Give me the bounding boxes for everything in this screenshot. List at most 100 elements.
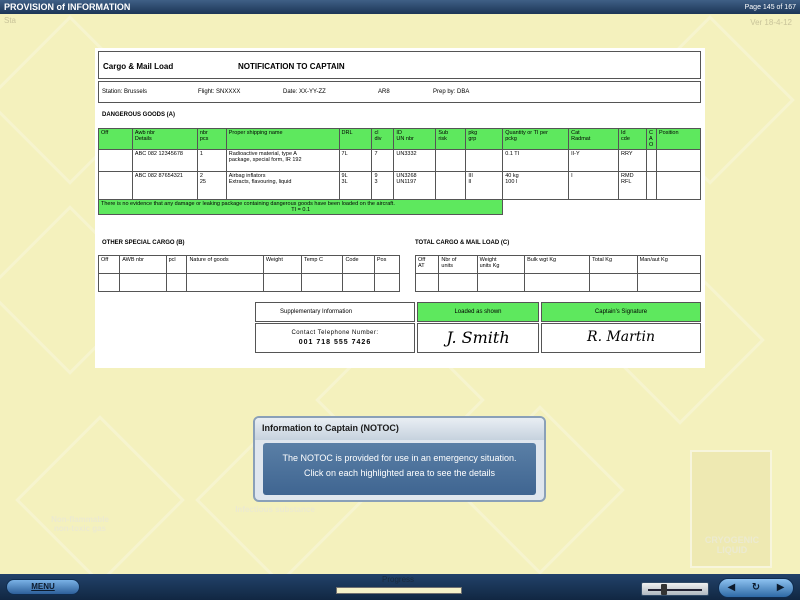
table-cell: Pos xyxy=(373,255,401,274)
table-row: ABC 082 12345678 1 Radioactive material, t… xyxy=(98,149,702,172)
table-cell: 0.1 TI xyxy=(502,149,570,172)
station-code: Sta xyxy=(4,16,17,25)
other-special-cargo-table[interactable]: Off AWB nbr pcl Nature of goods Weight Temp C… xyxy=(97,255,401,292)
tcm-section-title: TOTAL CARGO & MAIL LOAD (C) xyxy=(415,240,510,246)
loaded-as-shown-label: Loaded as shown xyxy=(454,309,502,315)
next-icon[interactable]: ▶ xyxy=(772,581,790,595)
column-header: ID UN nbr xyxy=(393,128,437,150)
table-cell xyxy=(655,171,702,200)
volume-slider[interactable] xyxy=(641,582,709,596)
nav-controls: ◀ ↻ ▶ xyxy=(718,578,794,598)
column-header: Sub risk xyxy=(435,128,467,150)
table-cell xyxy=(342,273,375,292)
dg-note-row[interactable]: There is no evidence that any damage or … xyxy=(97,199,701,215)
flight-info-box xyxy=(98,81,701,103)
bg-infectious-label: Infectious substance xyxy=(235,505,315,514)
table-cell xyxy=(524,273,591,292)
table-cell: 7L xyxy=(338,149,373,172)
table-cell: ABC 082 87654321 xyxy=(131,171,198,200)
table-cell xyxy=(465,149,504,172)
total-cargo-table[interactable]: Off AT Nbr of units Weight units Kg Bulk wg… xyxy=(414,255,702,292)
table-cell: ABC 082 12345678 xyxy=(131,149,198,172)
dg-ti: TI = 0.1 xyxy=(291,207,311,213)
table-cell xyxy=(645,149,657,172)
table-cell: Total Kg xyxy=(589,255,638,274)
table-cell xyxy=(262,273,302,292)
prev-icon[interactable]: ◀ xyxy=(722,581,740,595)
tcm-header-row: Off AT Nbr of units Weight units Kg Bulk wg… xyxy=(414,255,702,274)
table-cell: Off xyxy=(97,255,121,274)
column-header: C A O xyxy=(645,128,657,150)
table-cell xyxy=(655,149,702,172)
bg-nonflammable-label: Non-flammable non-toxic gas xyxy=(51,515,109,533)
column-header: Quantity or TI per pckg xyxy=(502,128,570,150)
supp-info-box[interactable]: Supplementary Information xyxy=(255,302,415,322)
column-header: Off xyxy=(98,128,133,150)
table-cell: UN3332 xyxy=(393,149,437,172)
table-row xyxy=(414,273,702,292)
dg-section-title: DANGEROUS GOODS (A) xyxy=(102,112,176,118)
table-row xyxy=(97,273,401,292)
table-row: ABC 082 87654321 2 25 Airbag inflators Ext… xyxy=(98,171,702,200)
loaded-as-shown-box[interactable]: Loaded as shown xyxy=(417,302,539,322)
popup-line-1: The NOTOC is provided for use in an emer… xyxy=(282,453,517,463)
table-cell xyxy=(476,273,526,292)
column-header: cl div xyxy=(371,128,395,150)
table-cell xyxy=(589,273,638,292)
column-header: Awb nbr Details xyxy=(131,128,198,150)
popup-line-2: Click on each highlighted area to see th… xyxy=(303,468,496,478)
table-cell xyxy=(373,273,401,292)
column-header: pkg grp xyxy=(465,128,504,150)
table-cell: Weight xyxy=(262,255,302,274)
table-cell xyxy=(435,149,467,172)
table-cell: III II xyxy=(465,171,504,200)
column-header: Id cde xyxy=(618,128,647,150)
table-cell xyxy=(435,171,467,200)
loader-signature-box: J. Smith xyxy=(417,323,539,353)
title-bar: PROVISION of INFORMATION Page 145 of 167 xyxy=(0,0,800,14)
captain-signature: R. Martin xyxy=(587,329,655,345)
table-cell xyxy=(438,273,478,292)
table-cell xyxy=(414,273,440,292)
page-indicator: Page 145 of 167 xyxy=(744,3,796,11)
table-cell: 1 xyxy=(196,149,227,172)
table-cell: II-Y xyxy=(568,149,620,172)
progress-label: Progress xyxy=(382,575,415,584)
table-cell: Nature of goods xyxy=(186,255,264,274)
table-cell: RMD RFL xyxy=(618,171,647,200)
version-label: Ver 18-4-12 xyxy=(750,18,792,27)
header-box xyxy=(98,51,701,79)
table-cell: Bulk wgt Kg xyxy=(524,255,591,274)
osc-section-title: OTHER SPECIAL CARGO (B) xyxy=(102,240,185,246)
table-cell: 9 3 xyxy=(371,171,395,200)
contact-number: 001 718 555 7426 xyxy=(298,339,372,346)
header-left: Cargo & Mail Load xyxy=(103,62,174,71)
table-cell: Nbr of units xyxy=(438,255,478,274)
table-cell: 7 xyxy=(371,149,395,172)
column-header: DRL xyxy=(338,128,373,150)
table-cell: Man/aut Kg xyxy=(636,255,702,274)
table-cell: 40 kg 100 l xyxy=(502,171,570,200)
table-cell: I xyxy=(568,171,620,200)
table-cell: AWB nbr xyxy=(119,255,167,274)
table-cell: UN3268 UN1197 xyxy=(393,171,437,200)
slider-handle[interactable] xyxy=(660,584,667,595)
menu-button[interactable]: MENU xyxy=(6,579,80,595)
table-cell: Radioactive material, type A package, sp… xyxy=(225,149,340,172)
column-header: nbr pcs xyxy=(196,128,227,150)
refresh-icon[interactable]: ↻ xyxy=(747,581,765,595)
dg-header-row[interactable]: Off Awb nbr Details nbr pcs Proper shipping… xyxy=(98,128,702,150)
slider-track xyxy=(648,589,702,591)
captain-signature-box[interactable]: Captain's Signature xyxy=(541,302,701,322)
table-cell xyxy=(98,149,133,172)
bg-placard xyxy=(15,415,185,585)
contact-box[interactable]: Contact Telephone Number: 001 718 555 74… xyxy=(255,323,415,353)
table-cell xyxy=(186,273,264,292)
notoc-document: Cargo & Mail Load NOTIFICATION TO CAPTAI… xyxy=(95,48,705,368)
table-cell: 9L 3L xyxy=(338,171,373,200)
table-cell: RRY xyxy=(618,149,647,172)
table-cell xyxy=(636,273,702,292)
bg-cryogenic-label: CRYOGENIC LIQUID xyxy=(704,535,760,555)
popup-body: The NOTOC is provided for use in an emer… xyxy=(263,443,536,495)
prep-info: Prep by: DBA xyxy=(433,89,470,95)
